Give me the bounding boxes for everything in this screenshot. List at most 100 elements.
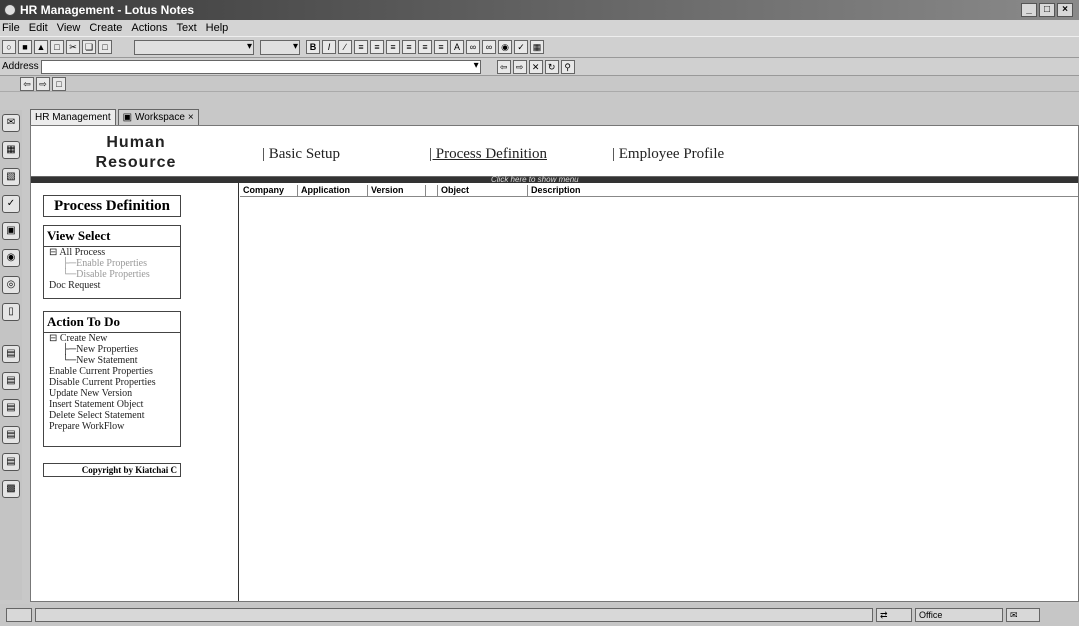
address-input[interactable] <box>40 59 481 74</box>
menu-view[interactable]: View <box>57 22 81 34</box>
replicator-bookmark-icon[interactable]: ▣ <box>2 222 20 240</box>
menu-text[interactable]: Text <box>176 22 196 34</box>
action-enable-current-properties[interactable]: Enable Current Properties <box>44 366 180 377</box>
action-prepare-workflow[interactable]: Prepare WorkFlow <box>44 421 180 432</box>
view-enable-properties[interactable]: ├─Enable Properties <box>44 258 180 269</box>
action-new-properties[interactable]: ├─New Properties <box>44 344 180 355</box>
mail-bookmark-icon[interactable]: ✉ <box>2 114 20 132</box>
address-bar: Address ⇦ ⇨ ✕ ↻ ⚲ <box>0 58 1079 76</box>
nav-basic-setup[interactable]: | Basic Setup <box>262 146 340 163</box>
inbox-icon[interactable]: ✉ <box>1006 608 1040 622</box>
indent-icon[interactable]: ≡ <box>418 40 432 54</box>
search-icon[interactable]: ⚲ <box>560 59 575 74</box>
folder-bookmark-icon[interactable]: ▤ <box>2 345 20 363</box>
menu-help[interactable]: Help <box>206 22 229 34</box>
todo-bookmark-icon[interactable]: ✓ <box>2 195 20 213</box>
folder-bookmark-icon[interactable]: ▤ <box>2 372 20 390</box>
action-delete-select-statement[interactable]: Delete Select Statement <box>44 410 180 421</box>
close-tab-icon[interactable]: × <box>188 112 194 123</box>
secondary-toolbar: ⇦ ⇨ □ <box>0 76 1079 92</box>
folder-bookmark-icon[interactable]: ▤ <box>2 453 20 471</box>
table-icon[interactable]: ▦ <box>530 40 544 54</box>
numbers-icon[interactable]: ≡ <box>402 40 416 54</box>
action-new-statement[interactable]: └─New Statement <box>44 355 180 366</box>
view-all-process[interactable]: ⊟ All Process <box>44 247 180 258</box>
action-update-new-version[interactable]: Update New Version <box>44 388 180 399</box>
address-label: Address <box>2 61 39 72</box>
new-icon[interactable]: ○ <box>2 40 16 54</box>
stop-icon[interactable]: ✕ <box>528 59 543 74</box>
view-doc-request[interactable]: Doc Request <box>44 280 180 291</box>
cut-icon[interactable]: ✂ <box>66 40 80 54</box>
bullets-icon[interactable]: ≡ <box>386 40 400 54</box>
connection-icon[interactable]: ⇄ <box>876 608 912 622</box>
menu-file[interactable]: File <box>2 22 20 34</box>
document-area: Human Resource | Basic Setup | Process D… <box>30 125 1079 602</box>
font-size-dropdown[interactable] <box>260 39 300 55</box>
column-application[interactable]: Application <box>298 185 368 196</box>
properties-icon[interactable]: □ <box>52 76 66 91</box>
menu-actions[interactable]: Actions <box>131 22 167 34</box>
back-icon[interactable]: ⇦ <box>496 59 511 74</box>
title-bar: HR Management - Lotus Notes _ □ × <box>0 0 1079 20</box>
link-icon[interactable]: ∞ <box>482 40 496 54</box>
calendar-bookmark-icon[interactable]: ▦ <box>2 141 20 159</box>
menu-create[interactable]: Create <box>89 22 122 34</box>
brand-logo: Human Resource <box>71 133 201 173</box>
column-version[interactable]: Version <box>368 185 426 196</box>
style-dropdown[interactable] <box>134 39 254 55</box>
action-to-do-panel: Action To Do ⊟ Create New ├─New Properti… <box>43 311 181 447</box>
action-create-new[interactable]: ⊟ Create New <box>44 333 180 344</box>
maximize-button[interactable]: □ <box>1039 3 1055 17</box>
menu-toggle-bar[interactable]: Click here to show menu <box>31 175 1078 184</box>
folder-bookmark-icon[interactable]: ▤ <box>2 426 20 444</box>
action-insert-statement-object[interactable]: Insert Statement Object <box>44 399 180 410</box>
action-to-do-header: Action To Do <box>44 312 180 333</box>
column-company[interactable]: Company <box>240 185 298 196</box>
text-properties-icon[interactable]: A <box>450 40 464 54</box>
spell-check-icon[interactable]: ✓ <box>514 40 528 54</box>
minimize-button[interactable]: _ <box>1021 3 1037 17</box>
paste-icon[interactable]: □ <box>98 40 112 54</box>
tab-workspace[interactable]: ▣ Workspace × <box>117 109 199 125</box>
column-object[interactable]: Object <box>438 185 528 196</box>
more-bookmarks-icon[interactable]: ▩ <box>2 480 20 498</box>
address-book-bookmark-icon[interactable]: ▧ <box>2 168 20 186</box>
databases-bookmark-icon[interactable]: ▯ <box>2 303 20 321</box>
folder-bookmark-icon[interactable]: ▤ <box>2 399 20 417</box>
highlight-icon[interactable]: ∕ <box>338 40 352 54</box>
nav-back-icon[interactable]: ⇦ <box>20 76 34 91</box>
column-description[interactable]: Description <box>528 185 1076 196</box>
process-view: Company Application Version Object Descr… <box>240 183 1078 601</box>
nav-forward-icon[interactable]: ⇨ <box>36 76 50 91</box>
outdent-icon[interactable]: ≡ <box>434 40 448 54</box>
menu-bar: File Edit View Create Actions Text Help <box>0 20 1079 36</box>
location-selector[interactable]: Office <box>915 608 1003 622</box>
sidebar-navigator: Process Definition View Select ⊟ All Pro… <box>31 183 239 601</box>
align-left-icon[interactable]: ≡ <box>354 40 368 54</box>
status-left-box[interactable] <box>6 608 32 622</box>
view-disable-properties[interactable]: └─Disable Properties <box>44 269 180 280</box>
menu-edit[interactable]: Edit <box>29 22 48 34</box>
open-icon[interactable]: ▲ <box>34 40 48 54</box>
refresh-icon[interactable]: ↻ <box>544 59 559 74</box>
favorites-bookmark-icon[interactable]: ◎ <box>2 276 20 294</box>
save-icon[interactable]: ■ <box>18 40 32 54</box>
nav-process-definition[interactable]: | Process Definition <box>429 146 547 163</box>
italic-icon[interactable]: I <box>322 40 336 54</box>
print-icon[interactable]: □ <box>50 40 64 54</box>
copy-icon[interactable]: ❏ <box>82 40 96 54</box>
bold-icon[interactable]: B <box>306 40 320 54</box>
align-center-icon[interactable]: ≡ <box>370 40 384 54</box>
web-bookmark-icon[interactable]: ◉ <box>2 249 20 267</box>
brand-line1: Human <box>106 134 166 151</box>
bookmark-bar: ✉ ▦ ▧ ✓ ▣ ◉ ◎ ▯ ▤ ▤ ▤ ▤ ▤ ▩ <box>0 110 22 600</box>
close-button[interactable]: × <box>1057 3 1073 17</box>
forward-icon[interactable]: ⇨ <box>512 59 527 74</box>
column-blank[interactable] <box>426 185 438 196</box>
find-icon[interactable]: ◉ <box>498 40 512 54</box>
tab-hr-management[interactable]: HR Management <box>30 109 116 125</box>
action-disable-current-properties[interactable]: Disable Current Properties <box>44 377 180 388</box>
attach-icon[interactable]: ∞ <box>466 40 480 54</box>
nav-employee-profile[interactable]: | Employee Profile <box>612 146 724 163</box>
